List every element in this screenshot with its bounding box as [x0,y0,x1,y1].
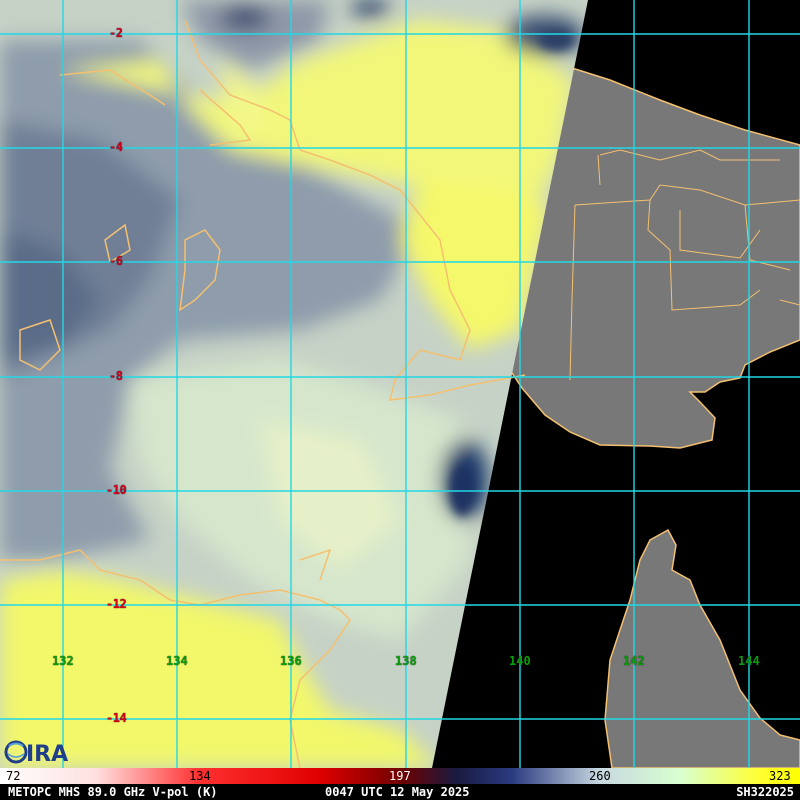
product-label: METOPC MHS 89.0 GHz V-pol (K) [8,785,218,799]
lon-label-132: 132 [52,654,74,668]
storm-id-label: SH322025 [736,785,794,799]
footer-bar: METOPC MHS 89.0 GHz V-pol (K) 0047 UTC 1… [0,784,800,800]
cira-logo: IRA [4,740,68,766]
lon-label-136: 136 [280,654,302,668]
lon-label-138: 138 [395,654,417,668]
lon-label-134: 134 [166,654,188,668]
satellite-map [0,0,800,768]
lon-label-140: 140 [509,654,531,668]
colorbar-tick-4: 323 [769,769,791,783]
lat-label-2: -2 [109,26,123,40]
svg-text:IRA: IRA [26,742,68,766]
lat-label-14: -14 [106,711,127,725]
lat-label-12: -12 [106,597,127,611]
time-label: 0047 UTC 12 May 2025 [325,785,470,799]
colorbar-tick-3: 260 [589,769,611,783]
lat-label-4: -4 [109,140,123,154]
lon-label-144: 144 [738,654,760,668]
colorbar-tick-0: 72 [6,769,21,783]
colorbar-tick-1: 134 [189,769,211,783]
lon-label-142: 142 [623,654,645,668]
lat-label-8: -8 [109,369,123,383]
colorbar-tick-2: 197 [389,769,411,783]
lat-label-10: -10 [106,483,127,497]
lat-label-6: -6 [109,254,123,268]
